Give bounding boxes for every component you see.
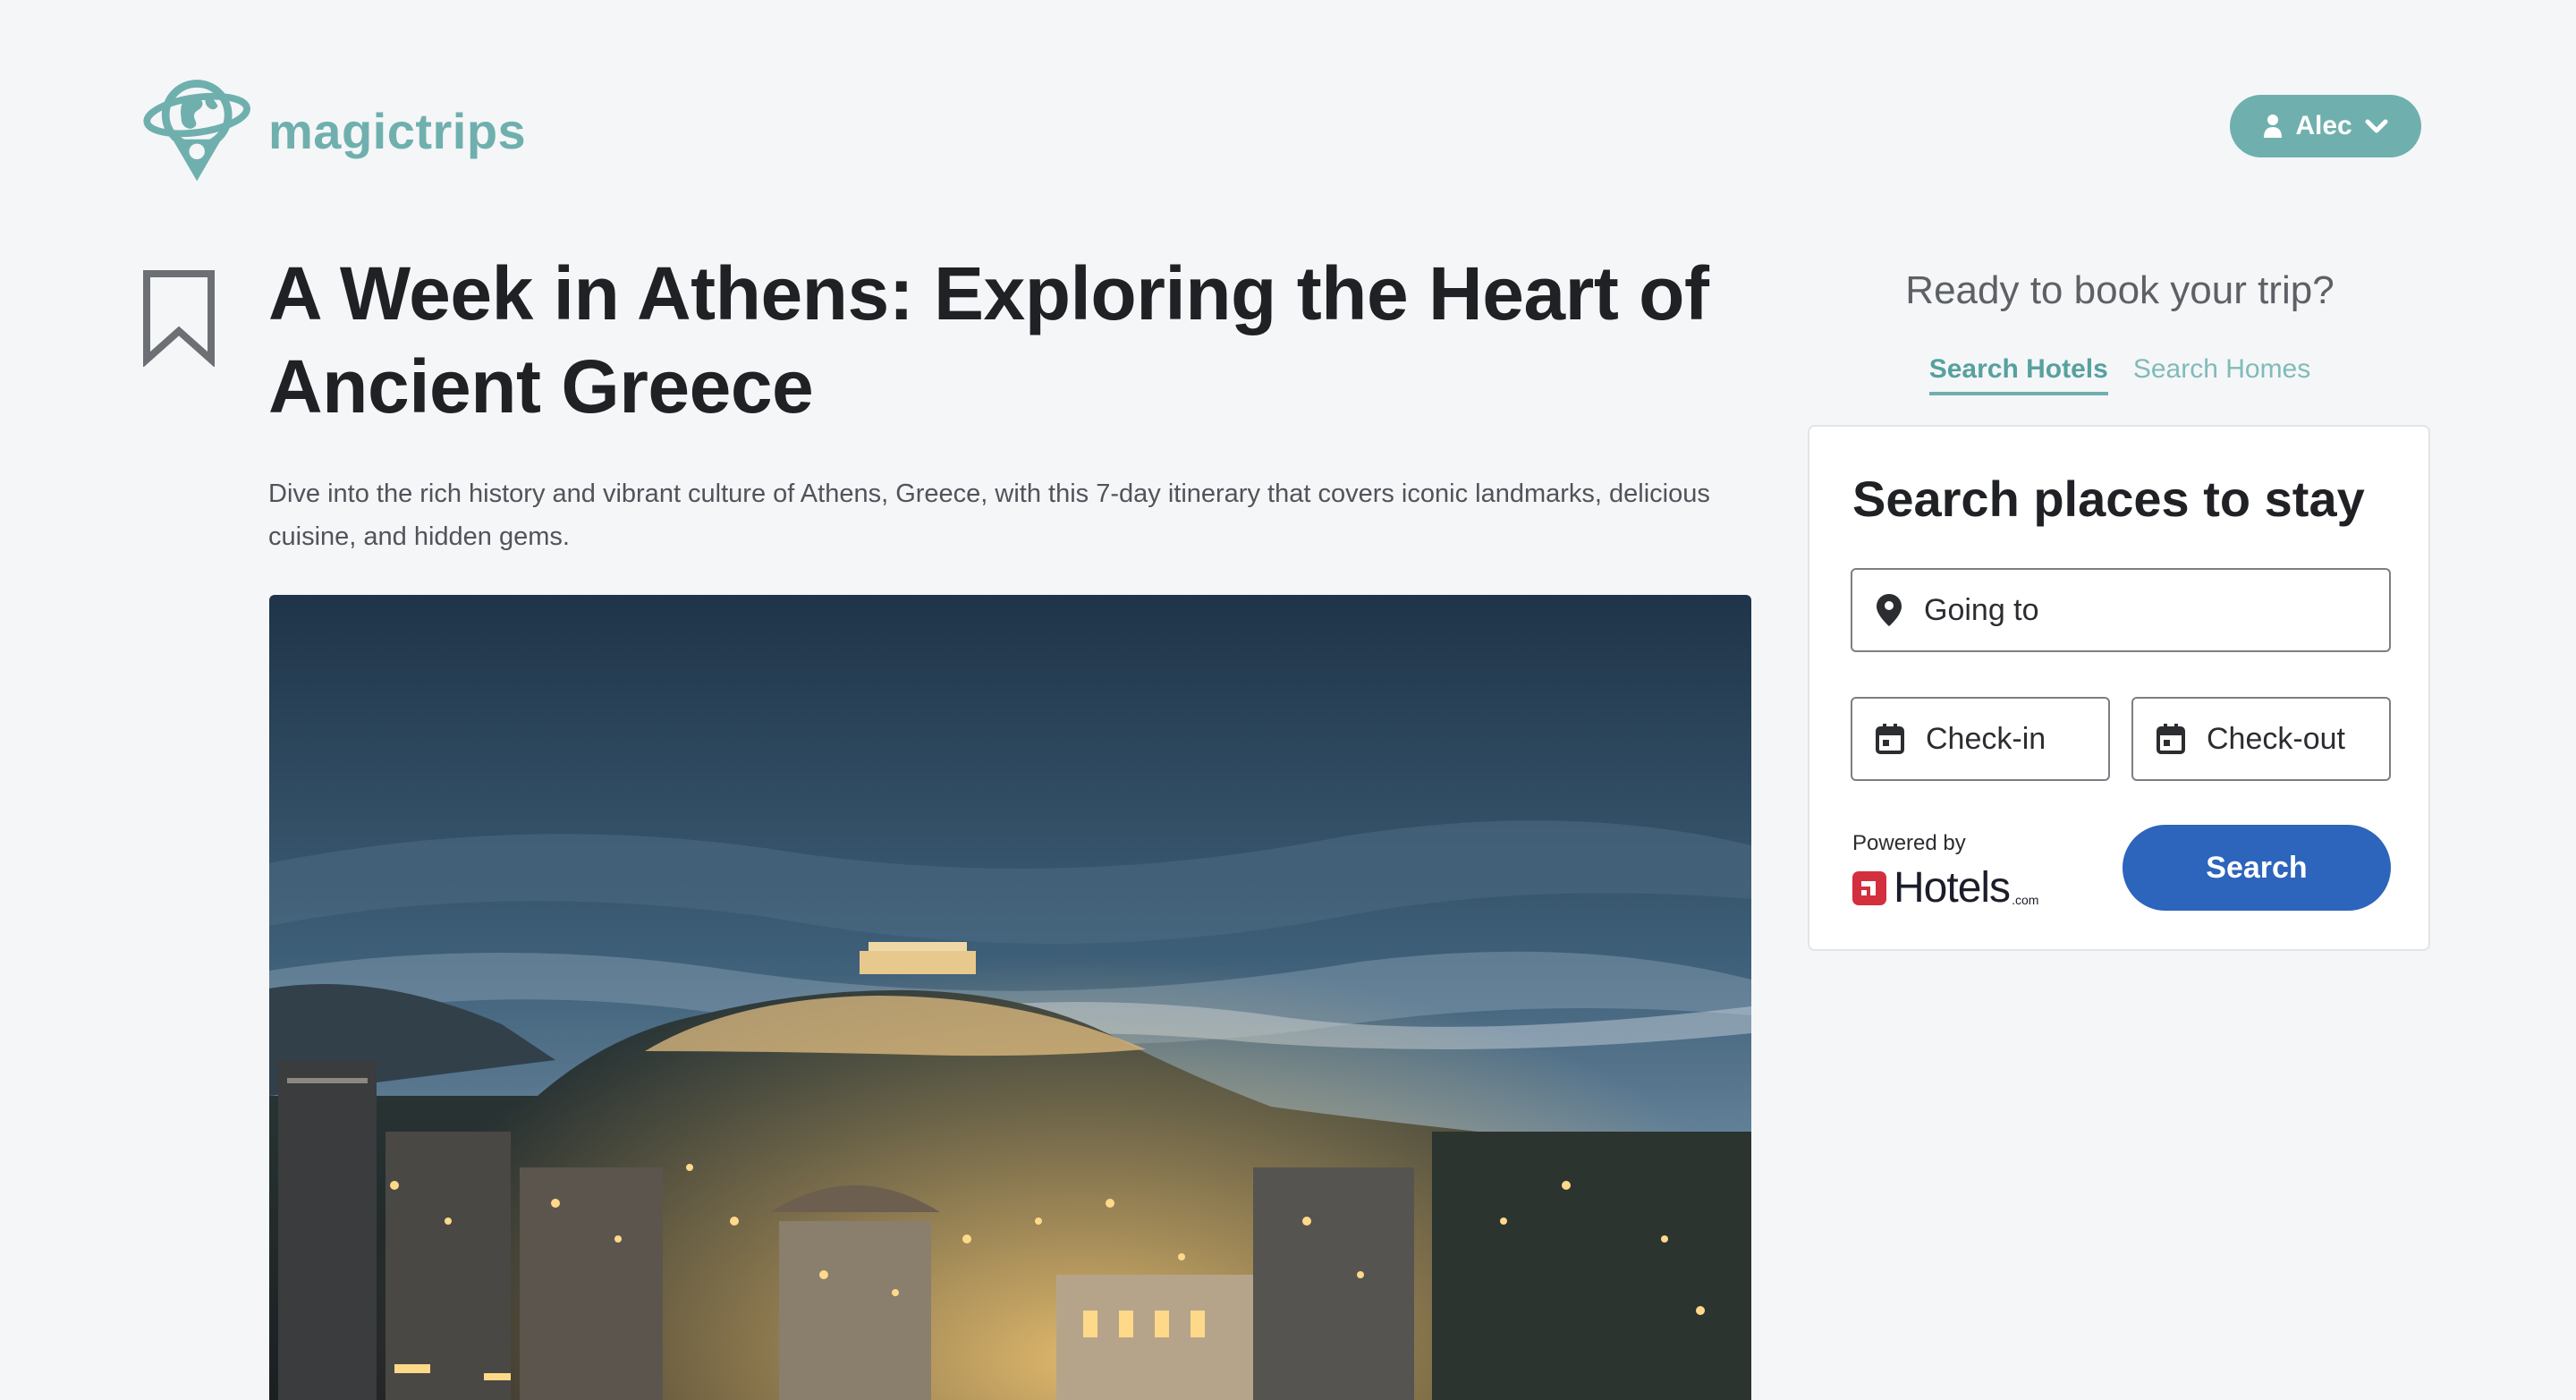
calendar-icon (1876, 724, 1904, 754)
search-card: Search places to stay Powered by (1808, 425, 2430, 951)
brand-name: magictrips (268, 102, 527, 159)
hotels-logo-icon (1852, 870, 1886, 905)
checkin-input[interactable] (1924, 720, 2108, 758)
hero-image (269, 595, 1751, 1400)
user-name: Alec (2295, 111, 2352, 140)
bookmark-icon[interactable] (141, 268, 216, 367)
partner-suffix: .com (2012, 893, 2039, 907)
user-menu-button[interactable]: Alec (2230, 95, 2421, 157)
article-title: A Week in Athens: Exploring the Heart of… (268, 251, 1709, 428)
calendar-icon (2157, 724, 2185, 754)
chevron-down-icon (2365, 119, 2388, 133)
checkout-field[interactable] (2131, 697, 2391, 781)
booking-tabs: Search Hotels Search Homes (1807, 354, 2433, 395)
partner-name: Hotels (1894, 864, 2011, 912)
search-button[interactable]: Search (2123, 825, 2391, 911)
checkout-input[interactable] (2205, 720, 2389, 758)
user-icon (2264, 115, 2283, 138)
checkin-field[interactable] (1851, 697, 2110, 781)
going-to-field[interactable] (1851, 568, 2391, 652)
location-pin-icon (1877, 594, 1902, 626)
powered-by-label: Powered by (1852, 831, 1966, 855)
going-to-input[interactable] (1922, 591, 2389, 629)
brand-logo-link[interactable]: magictrips (141, 70, 526, 191)
booking-heading: Ready to book your trip? (1905, 268, 2334, 312)
search-card-title: Search places to stay (1852, 471, 2365, 527)
hotels-brand: Hotels .com (1852, 863, 2038, 912)
article-description: Dive into the rich history and vibrant c… (268, 479, 1710, 551)
tab-search-hotels[interactable]: Search Hotels (1928, 354, 2108, 395)
tab-search-homes[interactable]: Search Homes (2133, 354, 2310, 395)
globe-pin-icon (143, 80, 250, 182)
